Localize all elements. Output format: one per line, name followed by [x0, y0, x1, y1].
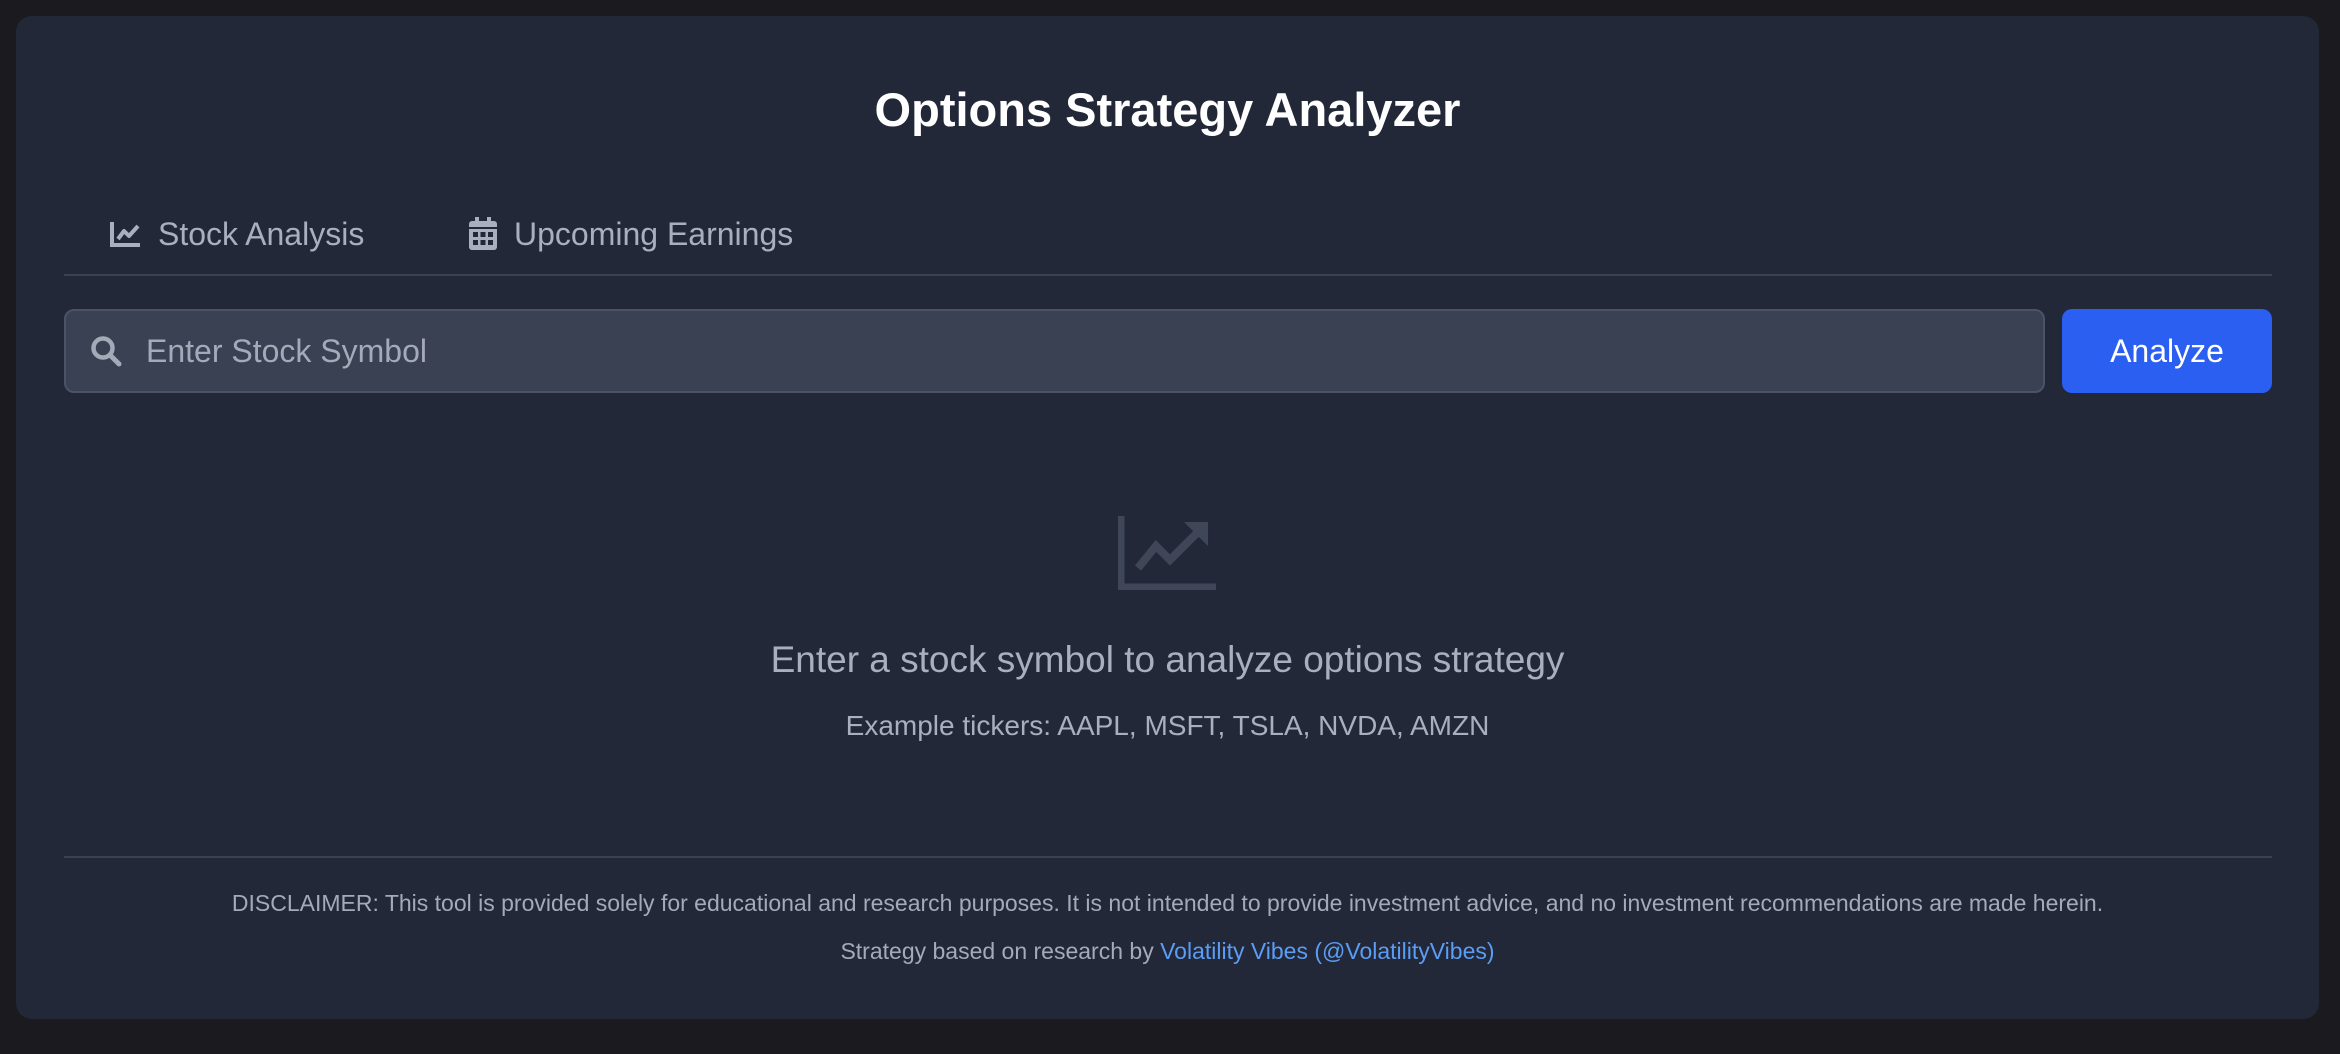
- calendar-icon: [468, 217, 498, 251]
- tab-bar: Stock Analysis Upcoming Earnings: [64, 192, 2272, 276]
- tab-stock-analysis[interactable]: Stock Analysis: [110, 206, 364, 262]
- volatility-vibes-link[interactable]: Volatility Vibes (@VolatilityVibes): [1160, 938, 1494, 964]
- credit-line: Strategy based on research by Volatility…: [16, 934, 2319, 968]
- credit-prefix: Strategy based on research by: [840, 938, 1154, 964]
- search-icon: [90, 335, 122, 367]
- analyze-button[interactable]: Analyze: [2062, 309, 2272, 393]
- chart-line-icon: [110, 220, 142, 248]
- footer-divider: [64, 856, 2272, 858]
- stock-symbol-input[interactable]: [146, 311, 2043, 391]
- page-title: Options Strategy Analyzer: [874, 83, 1461, 136]
- tab-label: Stock Analysis: [158, 215, 365, 252]
- search-box: [64, 309, 2045, 393]
- main-card: Options Strategy Analyzer Stock Analysis: [16, 16, 2319, 1019]
- example-tickers-text: Example tickers: AAPL, MSFT, TSLA, NVDA,…: [845, 710, 1490, 741]
- empty-state-heading: Enter a stock symbol to analyze options …: [770, 639, 1565, 680]
- disclaimer-text: DISCLAIMER: This tool is provided solely…: [231, 890, 2104, 916]
- chart-line-icon: [1117, 516, 1216, 595]
- tab-label: Upcoming Earnings: [514, 215, 794, 252]
- tab-upcoming-earnings[interactable]: Upcoming Earnings: [468, 206, 793, 262]
